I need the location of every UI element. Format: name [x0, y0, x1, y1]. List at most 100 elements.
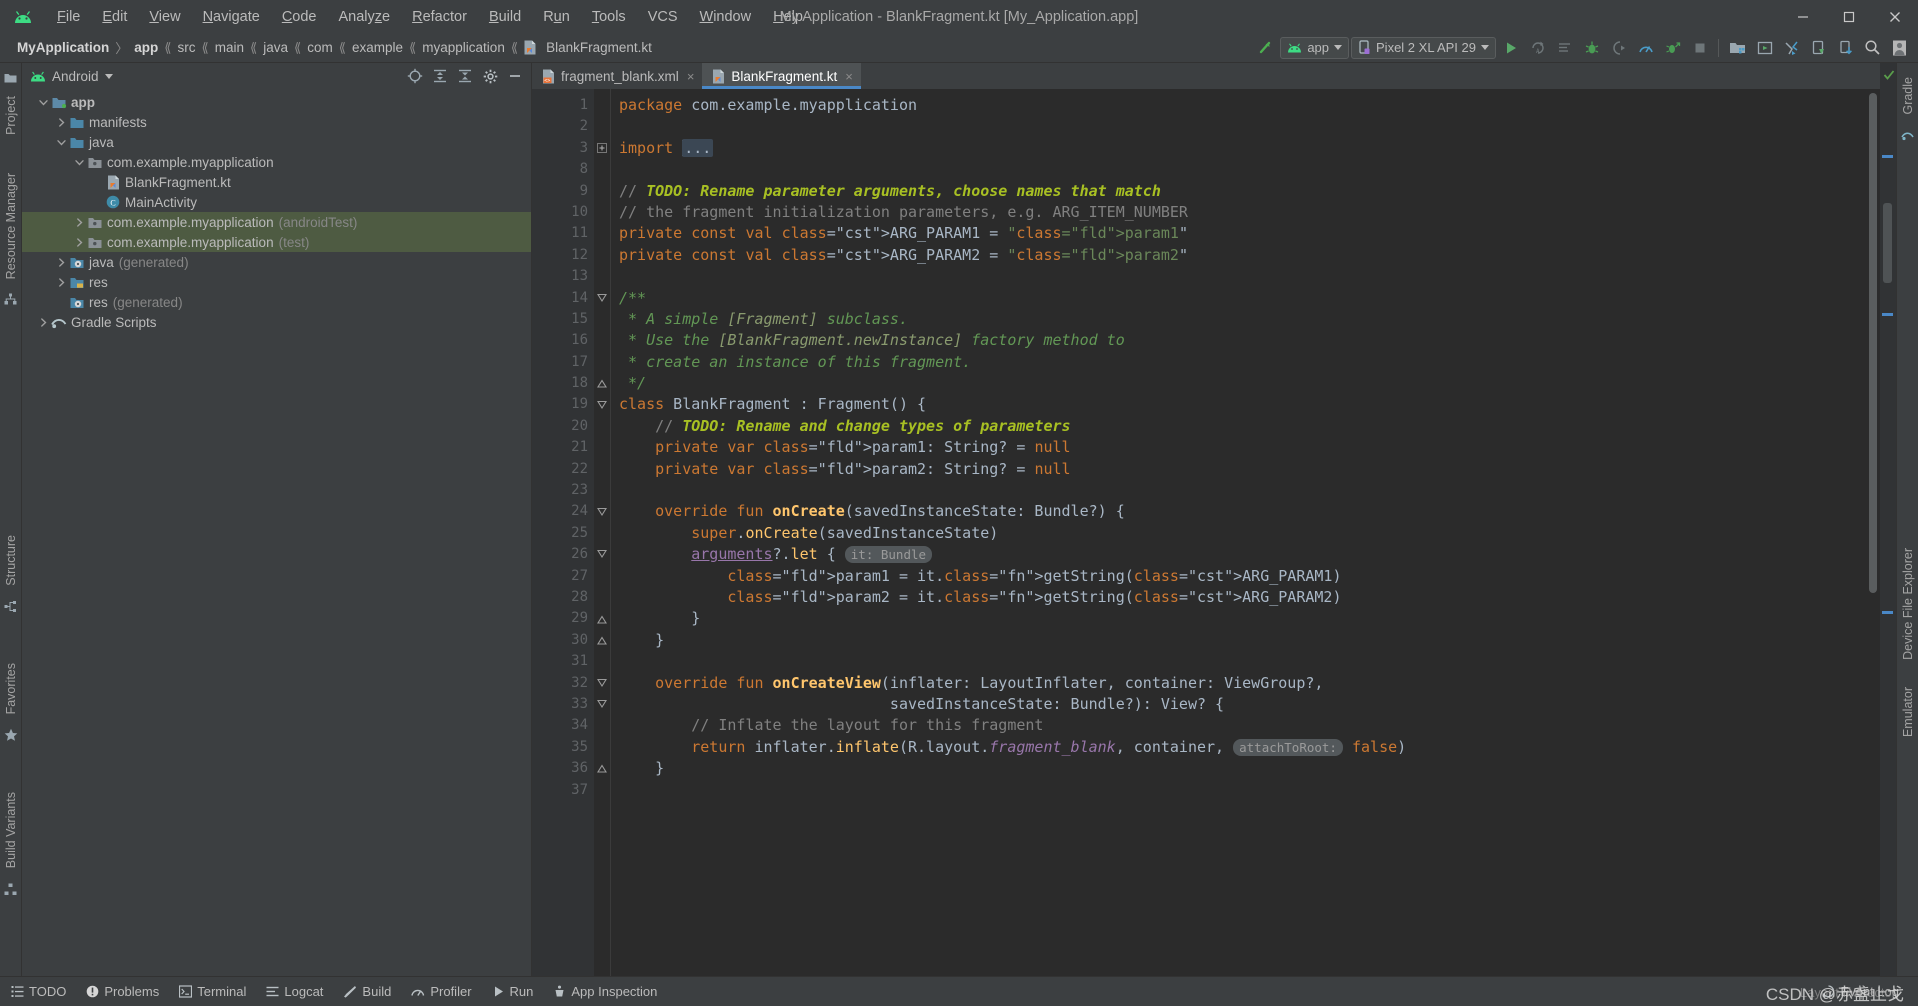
code-line[interactable]: [619, 780, 1866, 801]
code-line[interactable]: class BlankFragment : Fragment() {: [619, 394, 1866, 415]
line-number[interactable]: 25: [532, 523, 594, 544]
line-number[interactable]: 19<>: [532, 394, 594, 415]
line-number[interactable]: 29: [532, 608, 594, 629]
fold-toggle[interactable]: [594, 352, 610, 373]
menu-tools[interactable]: Tools: [581, 6, 637, 28]
code-line[interactable]: return inflater.inflate(R.layout.fragmen…: [619, 737, 1866, 758]
line-number[interactable]: 2: [532, 116, 594, 137]
menu-navigate[interactable]: Navigate: [192, 6, 271, 28]
stop-button[interactable]: [1687, 36, 1712, 60]
line-number[interactable]: 37: [532, 780, 594, 801]
code-line[interactable]: override fun onCreateView(inflater: Layo…: [619, 673, 1866, 694]
device-selector[interactable]: Pixel 2 XL API 29: [1351, 37, 1496, 59]
code-line[interactable]: override fun onCreate(savedInstanceState…: [619, 501, 1866, 522]
line-number[interactable]: 22: [532, 459, 594, 480]
code-content[interactable]: package com.example.myapplication import…: [610, 89, 1866, 976]
line-number[interactable]: 32: [532, 673, 594, 694]
apply-code-changes-button[interactable]: [1552, 36, 1577, 60]
debug-button[interactable]: [1579, 36, 1604, 60]
code-line[interactable]: class="fld">param2 = it.class="fn">getSt…: [619, 587, 1866, 608]
code-line[interactable]: arguments?.let { it: Bundle: [619, 544, 1866, 565]
code-line[interactable]: package com.example.myapplication: [619, 95, 1866, 116]
expand-all-button[interactable]: [428, 65, 452, 87]
code-line[interactable]: private const val class="cst">ARG_PARAM2…: [619, 245, 1866, 266]
tree-expand-arrow[interactable]: [54, 258, 68, 267]
minimize-button[interactable]: [1780, 0, 1826, 33]
code-line[interactable]: [619, 116, 1866, 137]
analysis-scrollbar-thumb[interactable]: [1883, 203, 1892, 283]
editor-vertical-scrollbar[interactable]: [1866, 89, 1880, 976]
breadcrumb-src[interactable]: src: [173, 39, 201, 56]
line-number[interactable]: 14: [532, 288, 594, 309]
code-line[interactable]: // TODO: Rename and change types of para…: [619, 416, 1866, 437]
device-file-explorer-button[interactable]: [1833, 36, 1858, 60]
run-button[interactable]: [1498, 36, 1523, 60]
line-number[interactable]: 28: [532, 587, 594, 608]
fold-toggle[interactable]: [594, 373, 610, 394]
sidebar-item-gradle[interactable]: Gradle: [1898, 69, 1918, 123]
menu-build[interactable]: Build: [478, 6, 532, 28]
select-opened-file-button[interactable]: [403, 65, 427, 87]
line-number[interactable]: 24: [532, 501, 594, 522]
code-line[interactable]: /**: [619, 288, 1866, 309]
code-line[interactable]: super.onCreate(savedInstanceState): [619, 523, 1866, 544]
profiler-button[interactable]: [1633, 36, 1658, 60]
fold-toggle[interactable]: [594, 223, 610, 244]
code-editor[interactable]: 1238910111213141516171819<>2021222324252…: [532, 89, 1880, 976]
tree-node[interactable]: CMainActivity: [22, 192, 531, 212]
gear-icon[interactable]: [478, 65, 502, 87]
line-number[interactable]: 15: [532, 309, 594, 330]
line-number[interactable]: 8: [532, 159, 594, 180]
breadcrumb-main[interactable]: main: [210, 39, 249, 56]
tab-blankfragment-kt[interactable]: BlankFragment.kt ×: [702, 63, 860, 89]
fold-toggle[interactable]: [594, 95, 610, 116]
code-line[interactable]: [619, 266, 1866, 287]
tree-expand-arrow[interactable]: [72, 158, 86, 167]
layout-inspector-button[interactable]: [1806, 36, 1831, 60]
fold-toggle[interactable]: [594, 608, 610, 629]
line-number[interactable]: 26: [532, 544, 594, 565]
fold-toggle[interactable]: [594, 266, 610, 287]
tree-expand-arrow[interactable]: [36, 98, 50, 107]
attach-debugger-button[interactable]: [1606, 36, 1631, 60]
fold-toggle[interactable]: [594, 501, 610, 522]
line-number[interactable]: 35: [532, 737, 594, 758]
line-number-gutter[interactable]: 1238910111213141516171819<>2021222324252…: [532, 89, 594, 976]
search-everywhere-button[interactable]: [1860, 36, 1885, 60]
close-icon[interactable]: ×: [687, 69, 695, 84]
project-structure-button[interactable]: [1779, 36, 1804, 60]
close-button[interactable]: [1872, 0, 1918, 33]
status-todo[interactable]: TODO: [2, 981, 75, 1002]
line-number[interactable]: 16: [532, 330, 594, 351]
code-line[interactable]: // Inflate the layout for this fragment: [619, 715, 1866, 736]
line-number[interactable]: 30: [532, 630, 594, 651]
code-line[interactable]: * A simple [Fragment] subclass.: [619, 309, 1866, 330]
fold-toggle[interactable]: [594, 587, 610, 608]
inspection-marker-strip[interactable]: [1880, 63, 1896, 976]
code-line[interactable]: */: [619, 373, 1866, 394]
line-number[interactable]: 33: [532, 694, 594, 715]
fold-toggle[interactable]: [594, 288, 610, 309]
sidebar-item-project[interactable]: Project: [1, 88, 21, 143]
line-number[interactable]: 3: [532, 138, 594, 159]
line-number[interactable]: 34: [532, 715, 594, 736]
collapse-all-button[interactable]: [453, 65, 477, 87]
status-app-inspection[interactable]: App Inspection: [544, 981, 666, 1002]
menu-view[interactable]: View: [138, 6, 191, 28]
line-number[interactable]: 11: [532, 223, 594, 244]
menu-analyze[interactable]: Analyze: [328, 6, 402, 28]
fold-toggle[interactable]: [594, 330, 610, 351]
fold-toggle[interactable]: [594, 523, 610, 544]
line-number[interactable]: 10: [532, 202, 594, 223]
status-build[interactable]: Build: [334, 981, 400, 1002]
fold-toggle[interactable]: [594, 651, 610, 672]
fold-toggle[interactable]: [594, 630, 610, 651]
line-number[interactable]: 13: [532, 266, 594, 287]
code-line[interactable]: }: [619, 608, 1866, 629]
fold-toggle[interactable]: [594, 566, 610, 587]
status-event-log[interactable]: Event Log: [1813, 981, 1908, 1002]
sidebar-item-favorites[interactable]: Favorites: [1, 655, 21, 722]
breadcrumb-example[interactable]: example: [347, 39, 408, 56]
menu-refactor[interactable]: Refactor: [401, 6, 478, 28]
fold-toggle[interactable]: [594, 116, 610, 137]
